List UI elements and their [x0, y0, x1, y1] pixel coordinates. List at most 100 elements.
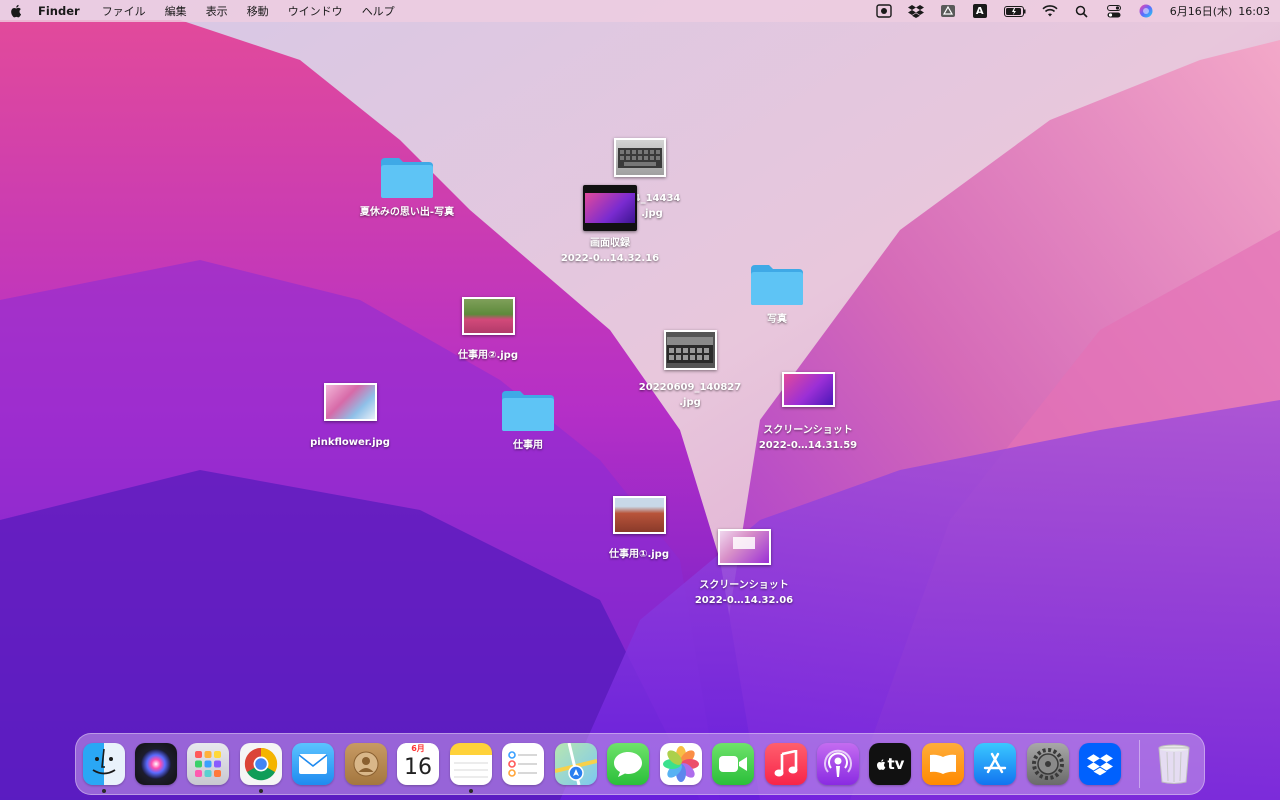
desktop-item-label: 仕事用②.jpg — [457, 350, 518, 361]
image-thumbnail — [781, 372, 835, 407]
books-icon — [930, 754, 956, 774]
running-indicator — [259, 789, 263, 793]
dock-finder[interactable] — [83, 743, 125, 785]
desktop-item-label: 仕事用①.jpg — [608, 549, 669, 560]
image-thumbnail — [717, 529, 771, 565]
menu-help[interactable]: ヘルプ — [362, 3, 395, 19]
desktop-file-work2-jpg[interactable]: 仕事用②.jpg — [428, 297, 548, 363]
desktop-file-20220609-jpg[interactable]: 20220609_140827 .jpg — [630, 330, 750, 410]
trash-icon — [1158, 744, 1190, 784]
running-indicator — [102, 789, 106, 793]
folder-icon — [751, 265, 803, 305]
launchpad-icon — [195, 751, 221, 777]
menu-clock[interactable]: 6月16日(木) 16:03 — [1170, 3, 1270, 19]
running-indicator — [469, 789, 473, 793]
dock-facetime[interactable] — [712, 743, 754, 785]
image-thumbnail — [461, 297, 515, 335]
dock-contacts[interactable] — [345, 743, 387, 785]
menu-view[interactable]: 表示 — [206, 3, 228, 19]
desktop-file-screenshot-143159[interactable]: スクリーンショット 2022-0…14.31.59 — [748, 372, 868, 453]
menu-edit[interactable]: 編集 — [165, 3, 187, 19]
menu-time: 16:03 — [1238, 5, 1270, 18]
desktop-file-pinkflower-jpg[interactable]: pinkflower.jpg — [290, 383, 410, 450]
image-thumbnail — [663, 330, 717, 370]
desktop-item-label: スクリーンショット — [763, 425, 853, 436]
desktop-item-label-date: 2022-0…14.31.59 — [758, 440, 858, 451]
dock-maps[interactable] — [555, 743, 597, 785]
desktop-folder-photos[interactable]: 写真 — [717, 261, 837, 327]
podcasts-icon — [824, 749, 852, 777]
maps-icon — [555, 743, 597, 785]
dock-mail[interactable] — [292, 743, 334, 785]
screenshot-icon[interactable] — [876, 3, 892, 19]
dock-books[interactable] — [922, 743, 964, 785]
dock-notes[interactable] — [450, 743, 492, 785]
dock-system-preferences[interactable] — [1027, 743, 1069, 785]
image-thumbnail — [612, 496, 666, 534]
control-center-icon[interactable] — [1106, 3, 1122, 19]
menu-bar: Finder ファイル 編集 表示 移動 ウインドウ ヘルプ A 6月16日(木… — [0, 0, 1280, 22]
menu-app-finder[interactable]: Finder — [38, 4, 80, 18]
app-store-icon — [983, 752, 1007, 774]
dock-launchpad[interactable] — [187, 743, 229, 785]
photos-icon — [663, 746, 699, 782]
input-mode-label: A — [972, 4, 987, 18]
desktop-folder-summer-photos[interactable]: 夏休みの思い出-写真 — [347, 154, 467, 220]
drive-menu-icon[interactable] — [940, 3, 956, 19]
dock-calendar[interactable]: 6月 16 — [397, 743, 439, 785]
calendar-day: 16 — [404, 755, 432, 780]
siri-menu-icon[interactable] — [1138, 3, 1154, 19]
folder-icon — [381, 158, 433, 198]
desktop-item-label: スクリーンショット — [699, 580, 789, 591]
desktop-item-label: 画面収録 — [589, 238, 630, 249]
dock-messages[interactable] — [607, 743, 649, 785]
desktop-item-label: 20220609_140827 — [638, 382, 742, 393]
image-thumbnail — [614, 138, 666, 177]
desktop-file-work1-jpg[interactable]: 仕事用①.jpg — [579, 496, 699, 562]
dock-music[interactable] — [765, 743, 807, 785]
wifi-icon[interactable] — [1042, 3, 1058, 19]
siri-icon — [141, 749, 171, 779]
dock-chrome[interactable] — [240, 743, 282, 785]
music-icon — [774, 750, 798, 777]
battery-icon[interactable] — [1003, 3, 1026, 19]
dock-apple-tv[interactable]: tv — [869, 743, 911, 785]
dock-dropbox[interactable] — [1079, 743, 1121, 785]
dock-trash[interactable] — [1153, 743, 1195, 785]
spotlight-search-icon[interactable] — [1074, 3, 1090, 19]
dock-app-store[interactable] — [974, 743, 1016, 785]
dropbox-icon — [1087, 754, 1113, 776]
apple-tv-label: tv — [887, 755, 905, 773]
video-thumbnail — [583, 185, 637, 231]
dock-reminders[interactable] — [502, 743, 544, 785]
notes-icon — [454, 762, 488, 778]
apple-menu-icon[interactable] — [10, 4, 24, 18]
apple-tv-icon: tv — [876, 755, 905, 773]
desktop-item-label-ext: .jpg — [679, 397, 701, 408]
desktop-item-label-date: 2022-0…14.32.06 — [694, 595, 794, 606]
menu-file[interactable]: ファイル — [102, 3, 146, 19]
desktop-item-label-date: 2022-0…14.32.16 — [560, 253, 660, 264]
dropbox-menu-icon[interactable] — [907, 3, 924, 19]
desktop-file-screenshot-143206[interactable]: スクリーンショット 2022-0…14.32.06 — [684, 529, 804, 608]
menu-go[interactable]: 移動 — [247, 3, 269, 19]
mail-icon — [298, 754, 328, 774]
dock-photos[interactable] — [660, 743, 702, 785]
desktop-item-label: pinkflower.jpg — [310, 437, 390, 448]
input-source-icon[interactable]: A — [972, 3, 988, 19]
finder-icon — [92, 748, 116, 775]
dock-siri[interactable] — [135, 743, 177, 785]
desktop-folder-work[interactable]: 仕事用 — [468, 387, 588, 453]
image-thumbnail — [323, 383, 377, 421]
menu-date: 6月16日(木) — [1169, 5, 1233, 18]
desktop-item-label: 仕事用 — [513, 440, 543, 451]
menu-window[interactable]: ウインドウ — [288, 3, 343, 19]
desktop-file-screen-recording[interactable]: 画面収録 2022-0…14.32.16 — [550, 185, 670, 266]
gear-icon — [1032, 748, 1064, 780]
contacts-icon — [353, 751, 379, 777]
dock-podcasts[interactable] — [817, 743, 859, 785]
facetime-icon — [719, 756, 747, 772]
reminders-icon — [508, 751, 537, 777]
dock-separator — [1139, 740, 1140, 788]
folder-icon — [502, 391, 554, 431]
